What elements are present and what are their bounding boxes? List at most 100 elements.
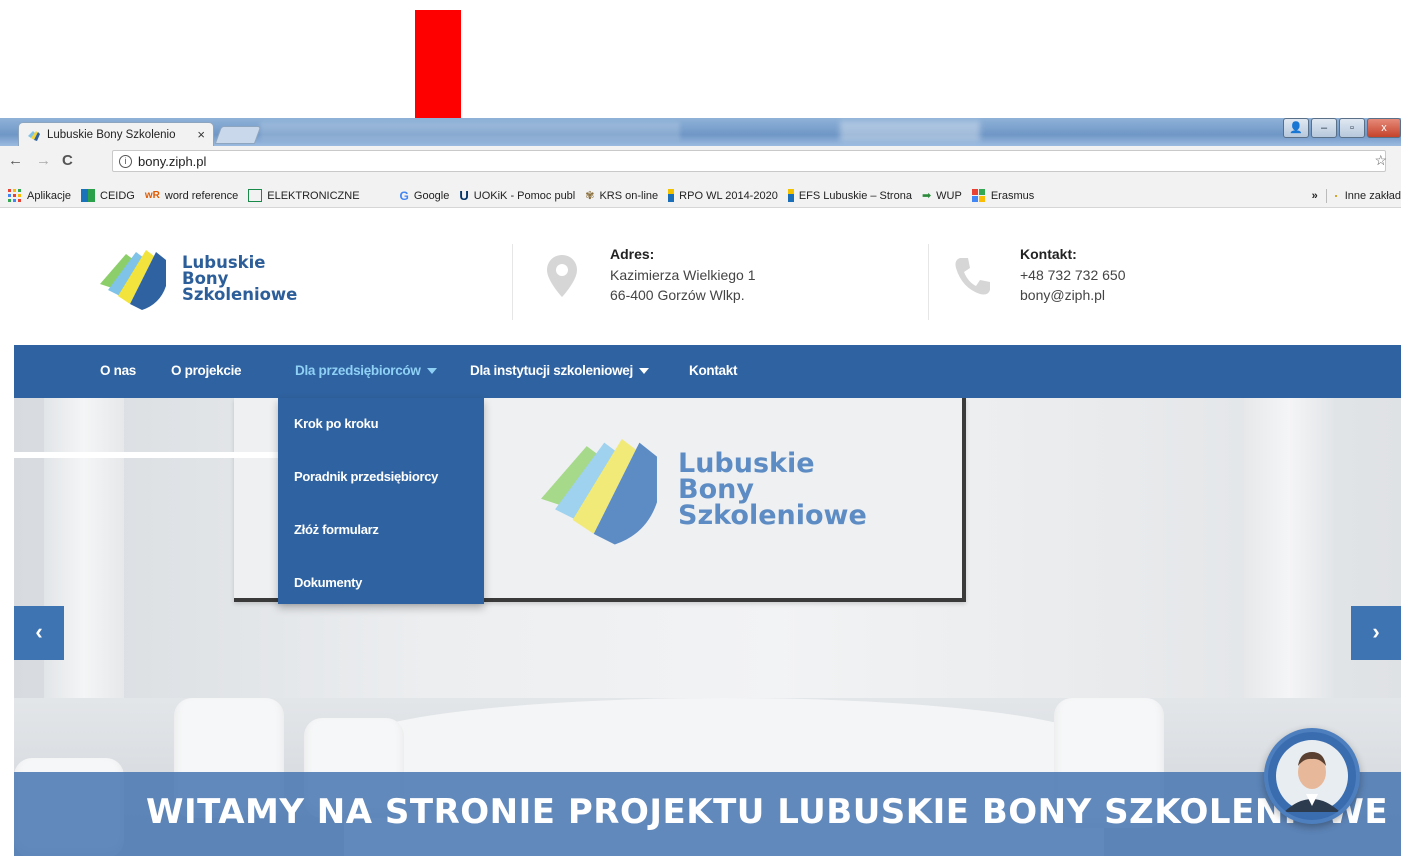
caret-down-icon [426,368,437,375]
bookmark-label: CEIDG [100,189,135,202]
bookmark-label: KRS on-line [599,189,659,202]
menu-item-o-projekcie[interactable]: O projekcie [171,363,242,378]
hero-title: WITAMY NA STRONIE PROJEKTU LUBUSKIE BONY… [146,792,1389,832]
browser-toolbar: ← → C i bony.ziph.pl ☆ [0,146,1401,184]
address-block: Adres: Kazimierza Wielkiego 1 66-400 Gor… [540,246,756,306]
menu-item-dla-instytucji[interactable]: Dla instytucji szkoleniowej [470,363,649,378]
site-header: Lubuskie Bony Szkoleniowe Adres: Kazimie… [0,208,1401,345]
bookmark-star-icon[interactable]: ☆ [1374,152,1387,169]
logo-line: Szkoleniowe [182,285,298,304]
dropdown-menu: Krok po kroku Poradnik przedsiębiorcy Zł… [278,398,484,604]
window-controls: 👤 – ▫ x [1283,118,1401,138]
rpo-icon [668,189,675,202]
bookmark-item[interactable]: U UOKiK - Pomoc publ [459,188,575,203]
menu-item-dla-przedsiebiorcow[interactable]: Dla przedsiębiorców [295,363,437,378]
menu-item-label: Kontakt [689,363,738,378]
tab-title: Lubuskie Bony Szkolenio [47,128,176,141]
main-menu: O nas O projekcie Dla przedsiębiorców Dl… [14,345,1401,398]
bookmark-label: WUP [936,189,962,202]
bookmark-label: RPO WL 2014-2020 [679,189,778,202]
bookmark-item[interactable]: ELEKTRONICZNE [248,189,360,202]
bookmark-label: Aplikacje [27,189,72,202]
bookmark-item[interactable]: wR word reference [145,190,238,202]
hero-slider: Lubuskie Bony Szkoleniowe ‹ › WITAMY NA … [14,398,1401,856]
bookmark-label: word reference [164,189,239,202]
user-icon[interactable]: 👤 [1283,118,1309,138]
header-divider [512,244,513,320]
site-info-icon[interactable]: i [119,154,132,168]
site-logo[interactable]: Lubuskie Bony Szkoleniowe [96,246,297,312]
contact-block: Kontakt: +48 732 732 650 bony@ziph.pl [950,246,1126,306]
hero-caption-band: WITAMY NA STRONIE PROJEKTU LUBUSKIE BONY… [14,772,1401,856]
tab-close-icon[interactable]: × [197,127,205,142]
menu-item-label: O nas [100,363,137,378]
bookmark-item[interactable]: Erasmus [971,189,1035,202]
screen-logo-text: Lubuskie Bony Szkoleniowe [678,450,867,531]
url-text: bony.ziph.pl [138,153,207,169]
bookmark-label: Erasmus [990,189,1035,202]
address-bar[interactable]: i bony.ziph.pl [112,150,1386,172]
screenshot-root: Lubuskie Bony Szkolenio × 👤 – ▫ x ← → C … [0,0,1401,856]
bookmark-item[interactable]: G Google [400,189,450,203]
consultant-avatar-icon [1276,740,1348,812]
bookmark-label: EFS Lubuskie – Strona [798,189,912,202]
bookmark-label: UOKiK - Pomoc publ [473,189,576,202]
address-line: 66-400 Gorzów Wlkp. [610,287,745,303]
lubuskie-logo-icon [100,250,166,310]
reload-icon[interactable]: C [62,152,73,169]
browser-tab[interactable]: Lubuskie Bony Szkolenio × [18,122,214,146]
background-window-blur [260,122,680,140]
google-icon: G [399,188,409,203]
slider-prev-button[interactable]: ‹ [14,606,64,660]
uokik-icon: U [459,188,469,203]
ceidg-icon [81,189,96,202]
phone-number[interactable]: +48 732 732 650 [1020,265,1126,285]
bookmark-label: ELEKTRONICZNE [267,189,360,202]
lubuskie-logo-icon [541,439,657,545]
bookmark-item[interactable]: ✾ KRS on-line [585,189,659,203]
logo-line: Szkoleniowe [678,500,867,531]
maximize-icon[interactable]: ▫ [1339,118,1365,138]
bookmark-item[interactable]: ➡ WUP [922,189,962,203]
wordreference-icon: wR [144,190,160,201]
header-divider [928,244,929,320]
forward-icon[interactable]: → [36,152,51,169]
bookmark-label: Google [413,189,450,202]
menu-item-kontakt[interactable]: Kontakt [689,363,737,378]
dropdown-item-poradnik[interactable]: Poradnik przedsiębiorcy [294,469,438,484]
other-bookmarks-label[interactable]: Inne zakład [1345,190,1401,202]
background-window-blur [840,121,980,141]
minimize-icon[interactable]: – [1311,118,1337,138]
menu-item-o-nas[interactable]: O nas [100,363,136,378]
dropdown-item-zloz-formularz[interactable]: Złóż formularz [294,522,379,537]
apps-grid-icon [8,189,21,202]
lubuskie-favicon-icon [28,130,40,141]
menu-item-label: O projekcie [171,363,242,378]
menu-item-label: Dla instytucji szkoleniowej [470,363,633,378]
back-icon[interactable]: ← [8,152,23,169]
dropdown-item-krok-po-kroku[interactable]: Krok po kroku [294,416,379,431]
new-tab-button[interactable] [214,126,262,144]
caret-down-icon [638,368,649,375]
bookmark-item[interactable]: CEIDG [81,189,135,202]
menu-item-label: Dla przedsiębiorców [295,363,421,378]
bookmark-item[interactable]: RPO WL 2014-2020 [668,189,778,202]
phone-icon [950,246,994,306]
email-address[interactable]: bony@ziph.pl [1020,285,1126,305]
more-bookmarks-icon[interactable]: » [1312,190,1318,202]
browser-tab-bar: Lubuskie Bony Szkolenio × 👤 – ▫ x [0,118,1401,146]
slider-next-button[interactable]: › [1351,606,1401,660]
map-pin-icon [540,246,584,306]
eku-icon [248,189,263,202]
bookmarks-bar: Aplikacje CEIDG wR word reference ELEKTR… [0,184,1401,208]
dropdown-item-dokumenty[interactable]: Dokumenty [294,575,362,590]
efs-icon [787,189,794,202]
screen-logo: Lubuskie Bony Szkoleniowe [534,428,867,552]
erasmus-icon [971,189,985,202]
folder-icon [1334,194,1337,197]
chat-avatar-button[interactable] [1264,728,1360,824]
bookmark-item[interactable]: Aplikacje [8,189,71,202]
window-close-icon[interactable]: x [1367,118,1401,138]
krs-icon: ✾ [585,190,595,202]
bookmark-item[interactable]: EFS Lubuskie – Strona [787,189,912,202]
